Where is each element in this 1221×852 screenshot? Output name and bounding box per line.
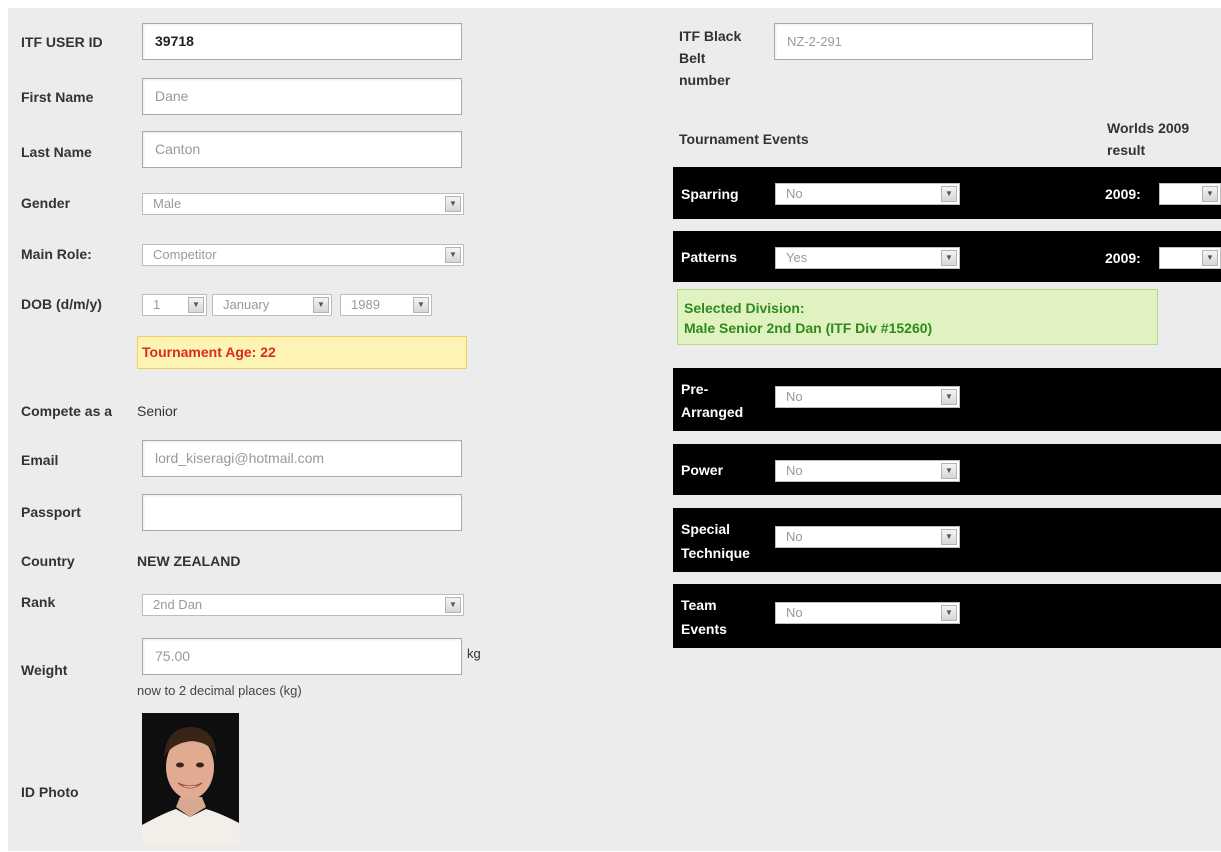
dob-month-value: January — [223, 297, 270, 312]
special-technique-value: No — [786, 529, 803, 544]
rank-select[interactable]: 2nd Dan ▼ — [142, 594, 464, 616]
id-photo-label: ID Photo — [21, 784, 79, 800]
event-row-patterns: Patterns Yes ▼ 2009: ▼ — [673, 231, 1221, 282]
main-role-label: Main Role: — [21, 246, 92, 262]
dob-day-value: 1 — [153, 297, 161, 312]
first-name-label: First Name — [21, 89, 94, 105]
event-label: Patterns — [681, 249, 738, 265]
last-name-label: Last Name — [21, 144, 92, 160]
dob-month-select[interactable]: January ▼ — [212, 294, 332, 316]
rank-value: 2nd Dan — [153, 597, 203, 612]
chevron-down-icon: ▼ — [941, 529, 957, 545]
division-value: Male Senior 2nd Dan (ITF Div #15260) — [684, 320, 933, 336]
dob-day-select[interactable]: 1 ▼ — [142, 294, 207, 316]
event-row-pre-arranged: Pre- Arranged No ▼ — [673, 368, 1221, 431]
country-label: Country — [21, 553, 75, 569]
worlds-result-header: Worlds 2009 result — [1107, 117, 1189, 161]
event-row-special-technique: Special Technique No ▼ — [673, 508, 1221, 572]
email-label: Email — [21, 452, 59, 468]
dob-year-value: 1989 — [351, 297, 380, 312]
chevron-down-icon: ▼ — [313, 297, 329, 313]
weight-label: Weight — [21, 662, 68, 678]
chevron-down-icon: ▼ — [1202, 250, 1218, 266]
chevron-down-icon: ▼ — [941, 250, 957, 266]
selected-division-notice: Selected Division: Male Senior 2nd Dan (… — [677, 289, 1158, 345]
main-role-value: Competitor — [153, 247, 217, 262]
gender-value: Male — [153, 196, 182, 211]
year-label: 2009: — [1105, 186, 1141, 202]
chevron-down-icon: ▼ — [445, 597, 461, 613]
team-events-value: No — [786, 605, 803, 620]
tournament-age-notice: Tournament Age: 22 — [137, 336, 467, 369]
dob-label: DOB (d/m/y) — [21, 296, 102, 312]
chevron-down-icon: ▼ — [941, 605, 957, 621]
black-belt-label: ITF Black Belt number — [679, 25, 741, 91]
compete-as-value: Senior — [137, 403, 178, 419]
weight-unit: kg — [467, 646, 481, 661]
black-belt-input[interactable]: NZ-2-291 — [774, 23, 1093, 60]
black-belt-label-line: number — [679, 72, 731, 88]
weight-hint: now to 2 decimal places (kg) — [137, 683, 302, 698]
chevron-down-icon: ▼ — [941, 186, 957, 202]
event-row-sparring: Sparring No ▼ 2009: ▼ — [673, 167, 1221, 219]
division-title: Selected Division: — [684, 300, 805, 316]
year-label: 2009: — [1105, 250, 1141, 266]
patterns-result-select[interactable]: ▼ — [1159, 247, 1221, 269]
worlds-header-line: Worlds 2009 — [1107, 120, 1190, 136]
chevron-down-icon: ▼ — [941, 389, 957, 405]
rank-label: Rank — [21, 594, 56, 610]
chevron-down-icon: ▼ — [1202, 186, 1218, 202]
special-technique-select[interactable]: No ▼ — [775, 526, 960, 548]
event-label: Special — [681, 521, 731, 537]
email-input[interactable]: lord_kiseragi@hotmail.com — [142, 440, 462, 477]
passport-label: Passport — [21, 504, 81, 520]
event-label: Arranged — [681, 404, 744, 420]
pre-arranged-select[interactable]: No ▼ — [775, 386, 960, 408]
tournament-events-header: Tournament Events — [679, 131, 809, 147]
black-belt-label-line: ITF Black — [679, 28, 742, 44]
gender-select[interactable]: Male ▼ — [142, 193, 464, 215]
event-label: Sparring — [681, 186, 739, 202]
sparring-result-select[interactable]: ▼ — [1159, 183, 1221, 205]
last-name-input[interactable]: Canton — [142, 131, 462, 168]
country-value: NEW ZEALAND — [137, 553, 241, 569]
event-label: Technique — [681, 545, 750, 561]
patterns-select[interactable]: Yes ▼ — [775, 247, 960, 269]
pre-arranged-value: No — [786, 389, 803, 404]
event-label: Power — [681, 462, 724, 478]
chevron-down-icon: ▼ — [445, 247, 461, 263]
main-role-select[interactable]: Competitor ▼ — [142, 244, 464, 266]
black-belt-label-line: Belt — [679, 50, 706, 66]
weight-input[interactable]: 75.00 — [142, 638, 462, 675]
event-label: Team — [681, 597, 717, 613]
sparring-select[interactable]: No ▼ — [775, 183, 960, 205]
first-name-input[interactable]: Dane — [142, 78, 462, 115]
dob-year-select[interactable]: 1989 ▼ — [340, 294, 432, 316]
worlds-header-line: result — [1107, 142, 1146, 158]
event-label: Pre- — [681, 381, 709, 397]
chevron-down-icon: ▼ — [445, 196, 461, 212]
user-id-label: ITF USER ID — [21, 34, 103, 50]
event-row-power: Power No ▼ — [673, 444, 1221, 495]
chevron-down-icon: ▼ — [941, 463, 957, 479]
compete-as-label: Compete as a — [21, 403, 113, 419]
power-value: No — [786, 463, 803, 478]
team-events-select[interactable]: No ▼ — [775, 602, 960, 624]
event-row-team-events: Team Events No ▼ — [673, 584, 1221, 648]
gender-label: Gender — [21, 195, 71, 211]
chevron-down-icon: ▼ — [413, 297, 429, 313]
passport-input[interactable] — [142, 494, 462, 531]
patterns-value: Yes — [786, 250, 808, 265]
id-photo — [142, 713, 239, 845]
event-label: Events — [681, 621, 727, 637]
sparring-value: No — [786, 186, 803, 201]
power-select[interactable]: No ▼ — [775, 460, 960, 482]
user-id-input[interactable]: 39718 — [142, 23, 462, 60]
chevron-down-icon: ▼ — [188, 297, 204, 313]
